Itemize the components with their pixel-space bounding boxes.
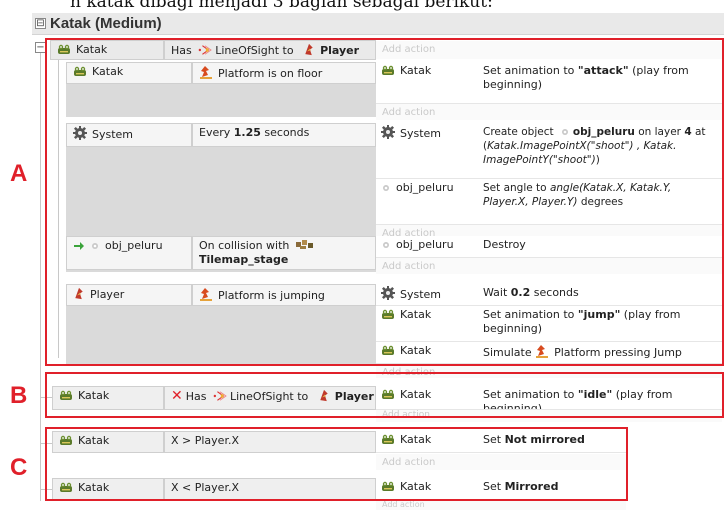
add-action-link[interactable]: Add action bbox=[376, 500, 626, 510]
annotation-label-b: B bbox=[10, 382, 28, 409]
annotation-label-a: A bbox=[10, 160, 28, 187]
event-group-header[interactable]: ⊟ Katak (Medium) bbox=[32, 13, 724, 35]
group-title: Katak (Medium) bbox=[50, 15, 162, 32]
highlight-box-a bbox=[45, 38, 724, 366]
highlight-box-b bbox=[45, 372, 724, 418]
page-caption: n katak dibagi menjadi 3 bagian sebagai … bbox=[70, 0, 493, 12]
group-collapse-toggle[interactable]: ⊟ bbox=[35, 18, 46, 29]
annotation-label-c: C bbox=[10, 454, 28, 481]
highlight-box-c bbox=[45, 427, 628, 501]
tree-line-main bbox=[40, 46, 41, 501]
event-sheet-screenshot: { "caption": "n katak dibagi menjadi 3 b… bbox=[0, 0, 724, 510]
